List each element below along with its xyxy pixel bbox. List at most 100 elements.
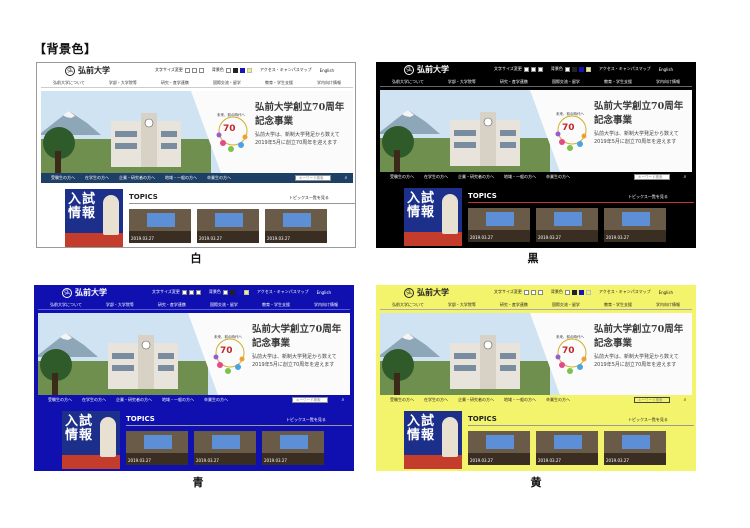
hero-banner[interactable]: 70 未来、前の時代へ 弘前大学創立70周年 記念事業 弘前大学は、新制大学発足… <box>38 313 350 395</box>
search-input[interactable]: キーワード検索 <box>634 397 670 403</box>
nav-item-alumni[interactable]: 卒業生の方へ <box>204 397 228 403</box>
nav-item-students[interactable]: 在学生の方へ <box>424 397 448 403</box>
search-input[interactable]: キーワード検索 <box>292 397 328 403</box>
nav-item-research[interactable]: 研究・産学連携 <box>500 79 528 85</box>
english-link[interactable]: English <box>659 290 673 295</box>
bg-blue-button[interactable] <box>578 66 584 72</box>
font-size-large-button[interactable] <box>195 289 201 295</box>
font-size-large-button[interactable] <box>537 289 543 295</box>
access-link[interactable]: アクセス・キャンパスマップ <box>599 66 651 72</box>
topic-thumbnail[interactable]: 2019.03.27 <box>536 208 598 242</box>
topic-thumbnail[interactable]: 2019.03.27 <box>265 209 327 243</box>
access-link[interactable]: アクセス・キャンパスマップ <box>260 67 312 73</box>
site-logo[interactable]: 弘 弘前大学 <box>65 65 110 76</box>
access-link[interactable]: アクセス・キャンパスマップ <box>257 289 309 295</box>
site-logo[interactable]: 弘 弘前大学 <box>62 287 107 298</box>
hero-banner[interactable]: 70 未来、前の時代へ 弘前大学創立70周年 記念事業 弘前大学は、新制大学発足… <box>380 313 692 395</box>
admissions-banner[interactable]: 入試 情報 <box>404 411 462 469</box>
nav-item-internal[interactable]: 学内向け情報 <box>656 302 680 308</box>
english-link[interactable]: English <box>659 67 673 72</box>
bg-white-button[interactable] <box>222 289 228 295</box>
topic-thumbnail[interactable]: 2019.03.27 <box>604 208 666 242</box>
font-size-small-button[interactable] <box>181 289 187 295</box>
nav-item-companies[interactable]: 企業・研究者の方へ <box>119 175 155 181</box>
font-size-medium-button[interactable] <box>530 66 536 72</box>
topic-thumbnail[interactable]: 2019.03.27 <box>197 209 259 243</box>
topic-thumbnail[interactable]: 2019.03.27 <box>468 208 530 242</box>
bg-black-button[interactable] <box>232 67 238 73</box>
nav-item-alumni[interactable]: 卒業生の方へ <box>546 174 570 180</box>
topic-thumbnail[interactable]: 2019.03.27 <box>129 209 191 243</box>
nav-item-alumni[interactable]: 卒業生の方へ <box>546 397 570 403</box>
admissions-banner[interactable]: 入試 情報 <box>65 189 123 247</box>
search-icon[interactable]: ⌕ <box>682 174 688 180</box>
nav-item-faculties[interactable]: 学部・大学院等 <box>109 80 137 86</box>
access-link[interactable]: アクセス・キャンパスマップ <box>599 289 651 295</box>
nav-item-applicants[interactable]: 受験生の方へ <box>390 174 414 180</box>
bg-yellow-button[interactable] <box>246 67 252 73</box>
bg-yellow-button[interactable] <box>243 289 249 295</box>
font-size-medium-button[interactable] <box>191 67 197 73</box>
topic-thumbnail[interactable]: 2019.03.27 <box>194 431 256 465</box>
bg-yellow-button[interactable] <box>585 66 591 72</box>
bg-white-button[interactable] <box>564 289 570 295</box>
nav-item-companies[interactable]: 企業・研究者の方へ <box>458 397 494 403</box>
nav-item-about[interactable]: 弘前大学について <box>53 80 85 86</box>
nav-item-companies[interactable]: 企業・研究者の方へ <box>458 174 494 180</box>
bg-white-button[interactable] <box>564 66 570 72</box>
nav-item-students[interactable]: 在学生の方へ <box>82 397 106 403</box>
topics-list-link[interactable]: トピックス一覧を見る <box>628 194 668 200</box>
nav-item-companies[interactable]: 企業・研究者の方へ <box>116 397 152 403</box>
nav-item-faculties[interactable]: 学部・大学院等 <box>448 302 476 308</box>
nav-item-research[interactable]: 研究・産学連携 <box>158 302 186 308</box>
topics-list-link[interactable]: トピックス一覧を見る <box>289 195 329 201</box>
topic-thumbnail[interactable]: 2019.03.27 <box>468 431 530 465</box>
nav-item-about[interactable]: 弘前大学について <box>392 302 424 308</box>
search-input[interactable]: キーワード検索 <box>295 175 331 181</box>
font-size-large-button[interactable] <box>537 66 543 72</box>
nav-item-research[interactable]: 研究・産学連携 <box>161 80 189 86</box>
nav-item-faculties[interactable]: 学部・大学院等 <box>448 79 476 85</box>
topics-list-link[interactable]: トピックス一覧を見る <box>286 417 326 423</box>
font-size-medium-button[interactable] <box>188 289 194 295</box>
nav-item-alumni[interactable]: 卒業生の方へ <box>207 175 231 181</box>
nav-item-international[interactable]: 国際交流・留学 <box>213 80 241 86</box>
nav-item-applicants[interactable]: 受験生の方へ <box>48 397 72 403</box>
admissions-banner[interactable]: 入試 情報 <box>62 411 120 469</box>
site-logo[interactable]: 弘 弘前大学 <box>404 287 449 298</box>
bg-blue-button[interactable] <box>236 289 242 295</box>
topic-thumbnail[interactable]: 2019.03.27 <box>536 431 598 465</box>
nav-item-about[interactable]: 弘前大学について <box>392 79 424 85</box>
admissions-banner[interactable]: 入試 情報 <box>404 188 462 246</box>
bg-yellow-button[interactable] <box>585 289 591 295</box>
nav-item-students[interactable]: 在学生の方へ <box>85 175 109 181</box>
search-icon[interactable]: ⌕ <box>340 397 346 403</box>
hero-banner[interactable]: 70 未来、前の時代へ 弘前大学創立70周年 記念事業 弘前大学は、新制大学発足… <box>380 90 692 172</box>
nav-item-education[interactable]: 教育・学生支援 <box>604 302 632 308</box>
font-size-small-button[interactable] <box>523 289 529 295</box>
bg-black-button[interactable] <box>571 66 577 72</box>
nav-item-community[interactable]: 地域・一般の方へ <box>165 175 197 181</box>
nav-item-education[interactable]: 教育・学生支援 <box>262 302 290 308</box>
topic-thumbnail[interactable]: 2019.03.27 <box>604 431 666 465</box>
topic-thumbnail[interactable]: 2019.03.27 <box>262 431 324 465</box>
english-link[interactable]: English <box>320 68 334 73</box>
font-size-small-button[interactable] <box>184 67 190 73</box>
nav-item-community[interactable]: 地域・一般の方へ <box>162 397 194 403</box>
nav-item-internal[interactable]: 学内向け情報 <box>317 80 341 86</box>
nav-item-international[interactable]: 国際交流・留学 <box>552 302 580 308</box>
hero-banner[interactable]: 70 未来、前の時代へ 弘前大学創立70周年 記念事業 弘前大学は、新制大学発足… <box>41 91 353 173</box>
site-logo[interactable]: 弘 弘前大学 <box>404 64 449 75</box>
nav-item-education[interactable]: 教育・学生支援 <box>265 80 293 86</box>
font-size-small-button[interactable] <box>523 66 529 72</box>
nav-item-faculties[interactable]: 学部・大学院等 <box>106 302 134 308</box>
search-icon[interactable]: ⌕ <box>682 397 688 403</box>
topics-list-link[interactable]: トピックス一覧を見る <box>628 417 668 423</box>
bg-black-button[interactable] <box>571 289 577 295</box>
nav-item-students[interactable]: 在学生の方へ <box>424 174 448 180</box>
nav-item-research[interactable]: 研究・産学連携 <box>500 302 528 308</box>
nav-item-about[interactable]: 弘前大学について <box>50 302 82 308</box>
english-link[interactable]: English <box>317 290 331 295</box>
font-size-large-button[interactable] <box>198 67 204 73</box>
nav-item-internal[interactable]: 学内向け情報 <box>314 302 338 308</box>
